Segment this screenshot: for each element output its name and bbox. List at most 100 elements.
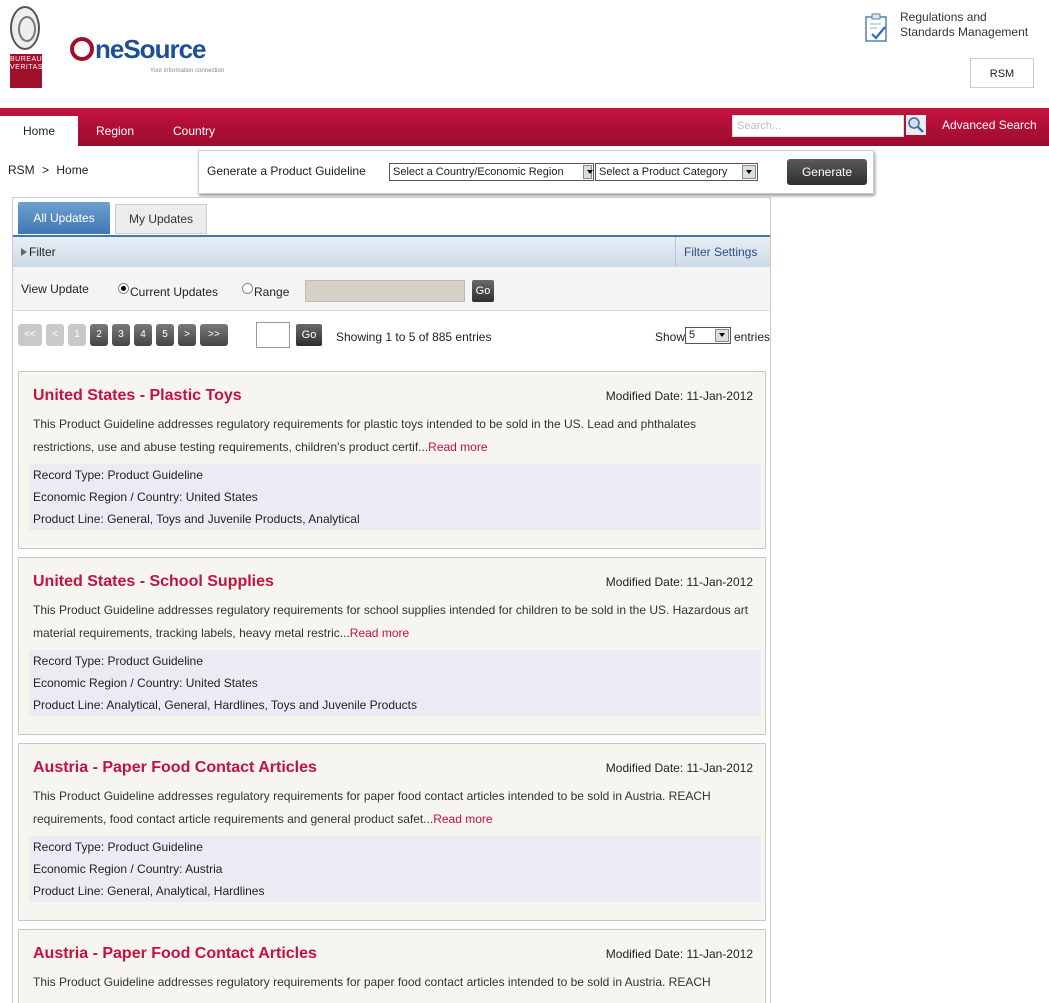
bureau-veritas-logo[interactable]: BUREAU VERITAS xyxy=(10,54,42,88)
entries-per-page-select[interactable]: 5 xyxy=(685,327,731,344)
record-line-line: Product Line: General, Toys and Juvenile… xyxy=(33,512,360,526)
advanced-search-link[interactable]: Advanced Search xyxy=(942,113,1037,137)
view-update-row: View Update Current Updates Range Go xyxy=(13,267,770,311)
record-line-value: General, Analytical, Hardlines xyxy=(107,884,265,898)
record-region-line: Economic Region / Country: Austria xyxy=(33,862,222,876)
pager-page-5[interactable]: 5 xyxy=(156,324,174,346)
record-title[interactable]: United States - Plastic Toys xyxy=(33,387,242,405)
current-updates-label[interactable]: Current Updates xyxy=(130,285,218,299)
record-title[interactable]: Austria - Paper Food Contact Articles xyxy=(33,759,317,777)
record-type-value: Product Guideline xyxy=(107,840,203,854)
pager-next[interactable]: > xyxy=(178,324,196,346)
record-description: This Product Guideline addresses regulat… xyxy=(33,971,753,994)
nav-item-region[interactable]: Region xyxy=(96,116,134,146)
record-meta: Record Type: Product Guideline Economic … xyxy=(29,836,761,902)
record-card: United States - Plastic Toys Modified Da… xyxy=(18,371,766,549)
pager-last[interactable]: >> xyxy=(200,324,228,346)
record-meta: Record Type: Product Guideline Economic … xyxy=(29,464,761,530)
generate-button[interactable]: Generate xyxy=(787,159,867,185)
chevron-down-icon xyxy=(583,165,593,179)
record-region-line: Economic Region / Country: United States xyxy=(33,676,258,690)
filter-settings-link[interactable]: Filter Settings xyxy=(675,237,757,267)
nav-item-country[interactable]: Country xyxy=(173,116,215,146)
pager-page-2[interactable]: 2 xyxy=(90,324,108,346)
record-region-value: United States xyxy=(185,676,258,690)
record-type-label: Record Type: xyxy=(33,468,105,482)
record-region-label: Economic Region / Country: xyxy=(33,490,183,504)
breadcrumb-current[interactable]: Home xyxy=(56,163,88,177)
record-title[interactable]: Austria - Paper Food Contact Articles xyxy=(33,945,317,963)
radio-range[interactable] xyxy=(242,283,253,294)
record-line-label: Product Line: xyxy=(33,884,104,898)
record-region-label: Economic Region / Country: xyxy=(33,862,183,876)
record-desc-text: This Product Guideline addresses regulat… xyxy=(33,975,711,989)
record-description: This Product Guideline addresses regulat… xyxy=(33,785,753,831)
record-modified-date: Modified Date: 11-Jan-2012 xyxy=(605,389,753,403)
pager-prev[interactable]: < xyxy=(46,324,64,346)
rsm-title-line2: Standards Management xyxy=(900,25,1029,39)
bv-line-2: VERITAS xyxy=(10,64,43,71)
radio-current-updates[interactable] xyxy=(118,283,129,294)
record-line-line: Product Line: General, Analytical, Hardl… xyxy=(33,884,264,898)
category-select-value: Select a Product Category xyxy=(599,166,728,178)
record-type-line: Record Type: Product Guideline xyxy=(33,654,203,668)
header: BUREAU VERITAS neSource Your information… xyxy=(0,0,1049,108)
record-region-value: United States xyxy=(185,490,258,504)
tab-all-updates[interactable]: All Updates xyxy=(18,202,110,234)
pager-page-3[interactable]: 3 xyxy=(112,324,130,346)
read-more-link[interactable]: Read more xyxy=(350,626,409,640)
show-label: Show xyxy=(655,330,686,344)
search-icon[interactable] xyxy=(906,115,926,135)
read-more-link[interactable]: Read more xyxy=(433,812,492,826)
onesource-o-icon xyxy=(70,37,94,61)
range-label[interactable]: Range xyxy=(254,285,289,299)
product-category-select[interactable]: Select a Product Category xyxy=(595,163,758,181)
chevron-down-icon xyxy=(715,329,729,342)
record-line-label: Product Line: xyxy=(33,512,104,526)
rsm-title-line1: Regulations and xyxy=(900,10,987,24)
pager-page-1[interactable]: 1 xyxy=(68,324,86,346)
record-modified-date: Modified Date: 11-Jan-2012 xyxy=(605,575,753,589)
logo-tagline: Your information connection xyxy=(150,68,225,74)
checklist-icon xyxy=(865,13,887,42)
entries-per-page-value: 5 xyxy=(689,329,696,341)
rsm-button[interactable]: RSM xyxy=(970,58,1034,88)
bureau-veritas-seal-icon xyxy=(10,6,40,50)
record-description: This Product Guideline addresses regulat… xyxy=(33,413,753,459)
range-date-input[interactable] xyxy=(305,280,465,302)
record-type-value: Product Guideline xyxy=(107,468,203,482)
pager-page-4[interactable]: 4 xyxy=(134,324,152,346)
page-number-input[interactable] xyxy=(256,322,290,348)
breadcrumb-root[interactable]: RSM xyxy=(8,163,35,177)
filter-toggle[interactable]: Filter xyxy=(29,245,56,259)
record-modified-date: Modified Date: 11-Jan-2012 xyxy=(605,947,753,961)
breadcrumb-separator: > xyxy=(42,163,50,177)
record-card: Austria - Paper Food Contact Articles Mo… xyxy=(18,929,766,1003)
tab-my-updates[interactable]: My Updates xyxy=(115,204,207,234)
read-more-link[interactable]: Read more xyxy=(428,440,487,454)
main-nav: Home Region Country Search... Advanced S… xyxy=(0,108,1049,146)
record-type-line: Record Type: Product Guideline xyxy=(33,840,203,854)
country-select-value: Select a Country/Economic Region xyxy=(393,166,564,178)
page-go-button[interactable]: Go xyxy=(296,324,322,346)
search-input[interactable]: Search... xyxy=(732,115,904,137)
range-go-button[interactable]: Go xyxy=(472,280,494,302)
caret-right-icon[interactable] xyxy=(21,248,27,256)
record-title[interactable]: United States - School Supplies xyxy=(33,573,274,591)
record-type-label: Record Type: xyxy=(33,840,105,854)
nav-item-home[interactable]: Home xyxy=(0,116,78,146)
country-region-select[interactable]: Select a Country/Economic Region xyxy=(389,163,594,181)
record-card: Austria - Paper Food Contact Articles Mo… xyxy=(18,743,766,921)
record-card: United States - School Supplies Modified… xyxy=(18,557,766,735)
generate-label: Generate a Product Guideline xyxy=(207,164,366,178)
record-description: This Product Guideline addresses regulat… xyxy=(33,599,753,645)
logo-source: Source xyxy=(123,34,206,64)
record-line-label: Product Line: xyxy=(33,698,104,712)
record-type-line: Record Type: Product Guideline xyxy=(33,468,203,482)
record-region-label: Economic Region / Country: xyxy=(33,676,183,690)
chevron-down-icon xyxy=(742,165,756,179)
rsm-title: Regulations and Standards Management xyxy=(900,10,1028,40)
pager-first[interactable]: << xyxy=(18,324,42,346)
generate-guideline-bar: Generate a Product Guideline Select a Co… xyxy=(198,150,874,194)
onesource-logo[interactable]: neSource xyxy=(70,34,207,65)
